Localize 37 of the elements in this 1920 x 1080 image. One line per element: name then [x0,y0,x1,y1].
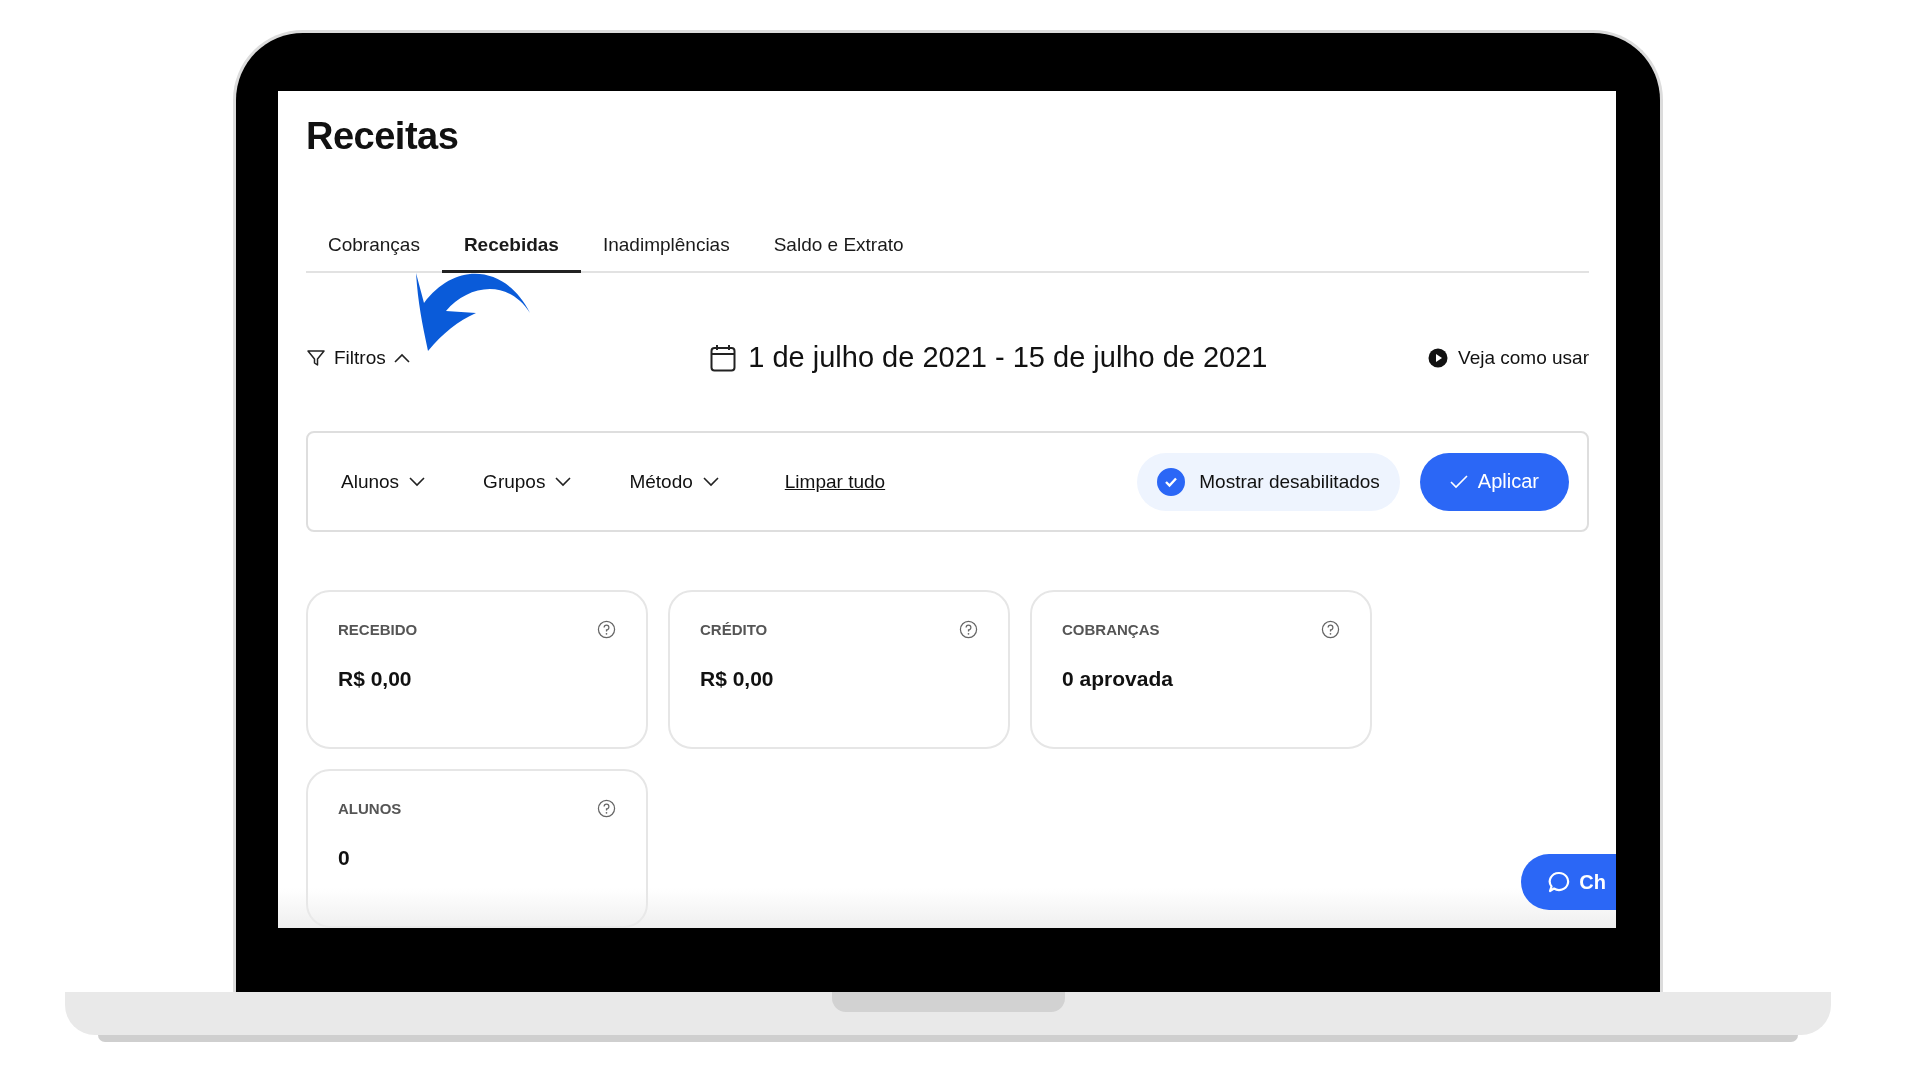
help-icon[interactable] [959,620,978,639]
filter-dropdown[interactable]: Alunos [341,470,426,493]
apply-button[interactable]: Aplicar [1419,452,1569,511]
filter-dropdown[interactable]: Método [629,470,719,493]
card-value: R$ 0,00 [338,667,413,691]
play-icon [1428,347,1448,368]
filter-icon [306,347,326,368]
chevron-down-icon [409,476,426,487]
card-label: COBRANÇAS [1062,621,1160,638]
tab[interactable]: Cobranças [306,222,442,273]
chat-button[interactable]: Ch [1521,854,1616,910]
card-label: RECEBIDO [338,621,418,638]
check-icon [1449,474,1468,489]
date-range: 1 de julho de 2021 - 15 de julho de 2021 [748,341,1268,374]
chevron-down-icon [702,476,719,487]
clear-link[interactable]: Limpar tudo [784,470,886,493]
tab[interactable]: Recebidas [441,222,581,273]
filter-dropdown[interactable]: Grupos [483,470,572,493]
card-label: ALUNOS [338,800,402,817]
page-title: Receitas [306,115,460,158]
help-link[interactable]: Veja como usar [1428,346,1589,369]
card-value: 0 [338,846,351,870]
filters-toggle[interactable]: Filtros [306,346,410,369]
calendar-icon [710,343,737,372]
checkbox[interactable] [1157,467,1186,496]
card-value: 0 aprovada [1062,667,1174,691]
card-label: CRÉDITO [700,621,768,638]
help-icon[interactable] [1321,620,1340,639]
chevron-up-icon [393,352,410,363]
tab[interactable]: Saldo e Extrato [751,222,926,273]
check-icon [1164,475,1179,488]
speech-bubble-icon [1547,870,1572,894]
tab[interactable]: Inadimplências [580,222,752,273]
help-icon[interactable] [597,620,616,639]
chevron-down-icon [555,476,572,487]
help-icon[interactable] [597,799,616,818]
card-value: R$ 0,00 [700,667,775,691]
